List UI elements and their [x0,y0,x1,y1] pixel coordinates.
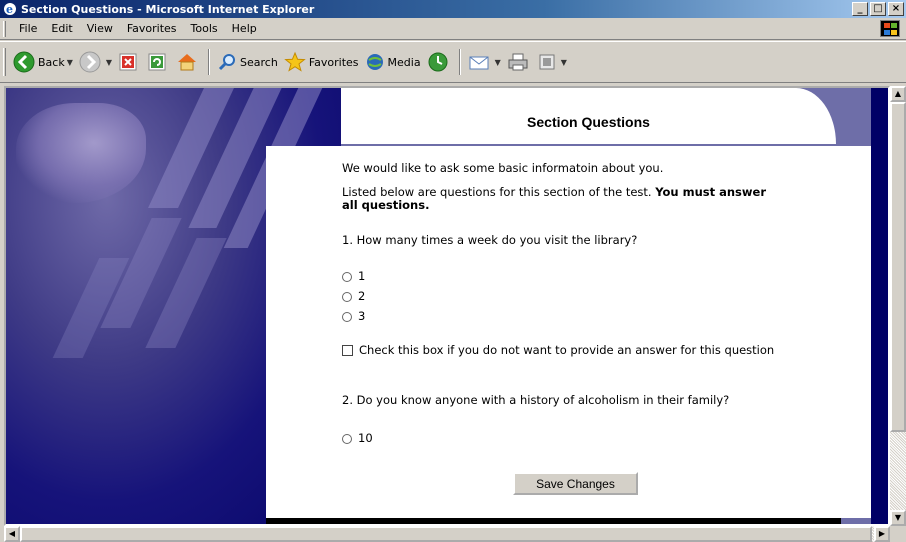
q1-radio-2[interactable] [342,291,352,302]
instructions-text: Listed below are questions for this sect… [342,186,782,212]
back-label: Back [38,55,65,69]
menu-file[interactable]: File [12,22,44,35]
svg-text:e: e [6,3,13,16]
q2-option-1-label: 10 [358,431,373,445]
menu-help[interactable]: Help [225,22,264,35]
edit-button[interactable]: ▼ [535,47,570,77]
search-icon [218,54,236,71]
q1-option-3[interactable]: 3 [342,310,365,323]
page-viewport: Section Questions We would like to ask s… [4,86,890,526]
horizontal-scroll-thumb[interactable] [20,526,872,542]
q2-option-1[interactable]: 10 [342,432,373,445]
windows-flag-icon [880,20,900,37]
q1-radio-3[interactable] [342,311,352,322]
refresh-button[interactable] [144,47,173,77]
q1-option-2[interactable]: 2 [342,290,365,303]
scroll-up-arrow-icon[interactable]: ▲ [890,86,906,102]
instructions-prefix: Listed below are questions for this sect… [342,185,652,199]
history-icon [428,52,448,72]
toolbar-separator [458,49,461,75]
intro-text: We would like to ask some basic informat… [342,161,664,175]
print-button[interactable] [504,47,535,77]
optout-option[interactable]: Check this box if you do not want to pro… [342,344,782,357]
star-icon [284,51,306,72]
toolbar-separator [208,49,211,75]
q1-radio-1[interactable] [342,271,352,282]
edit-dropdown-icon[interactable]: ▼ [561,58,567,67]
optout-checkbox[interactable] [342,345,353,356]
horizontal-scrollbar[interactable]: ◀ ▶ [4,526,890,542]
back-button[interactable]: Back ▼ [10,47,76,77]
menu-view[interactable]: View [80,22,120,35]
save-changes-button[interactable]: Save Changes [513,472,638,495]
mail-button[interactable]: ▼ [465,47,504,77]
maximize-button[interactable]: □ [870,2,886,16]
home-button[interactable] [173,47,204,77]
form-bottom-edge [266,518,841,524]
q1-option-1[interactable]: 1 [342,270,365,283]
ie-icon: e [4,3,16,16]
media-button[interactable]: Media [362,47,424,77]
back-arrow-icon [13,51,35,73]
minimize-button[interactable]: _ [852,2,868,16]
q1-option-3-label: 3 [358,309,366,323]
history-button[interactable] [424,47,455,77]
media-globe-icon [366,54,383,70]
question-2-text: 2. Do you know anyone with a history of … [342,393,730,407]
mail-icon [469,56,489,70]
back-dropdown-icon[interactable]: ▼ [67,58,73,67]
vertical-scroll-thumb[interactable] [890,102,906,432]
forward-arrow-icon [79,51,101,73]
favorites-label: Favorites [308,55,359,69]
q1-option-1-label: 1 [358,269,366,283]
printer-icon [508,53,528,71]
home-icon [178,54,197,71]
forward-button[interactable]: ▼ [76,47,115,77]
q1-option-2-label: 2 [358,289,366,303]
media-label: Media [387,55,421,69]
search-label: Search [240,55,278,69]
question-1-text: 1. How many times a week do you visit th… [342,233,638,247]
menu-tools[interactable]: Tools [184,22,225,35]
mail-dropdown-icon[interactable]: ▼ [495,58,501,67]
stop-icon [119,53,137,71]
vertical-scrollbar[interactable]: ▲ ▼ [890,86,906,526]
edit-page-icon [539,54,555,70]
menu-edit[interactable]: Edit [44,22,79,35]
page-title: Section Questions [527,114,650,130]
favorites-button[interactable]: Favorites [281,47,362,77]
menu-grip [3,20,6,37]
optout-label: Check this box if you do not want to pro… [359,343,775,357]
search-button[interactable]: Search [214,47,281,77]
refresh-icon [148,53,166,71]
title-bar: e Section Questions - Microsoft Internet… [0,0,906,18]
close-button[interactable]: × [888,2,904,16]
toolbar-grip [3,48,6,76]
q2-radio-1[interactable] [342,433,352,444]
question-form: We would like to ask some basic informat… [266,146,871,518]
stop-button[interactable] [115,47,144,77]
menu-bar: File Edit View Favorites Tools Help [0,18,906,40]
hand-graphic [16,103,146,203]
scroll-left-arrow-icon[interactable]: ◀ [4,526,20,542]
window-title: Section Questions - Microsoft Internet E… [21,2,315,16]
forward-dropdown-icon[interactable]: ▼ [106,58,112,67]
menu-favorites[interactable]: Favorites [120,22,184,35]
scroll-right-arrow-icon[interactable]: ▶ [874,526,890,542]
scroll-down-arrow-icon[interactable]: ▼ [890,510,906,526]
toolbar: Back ▼ ▼ Search Favorites Media ▼ ▼ [0,41,906,83]
